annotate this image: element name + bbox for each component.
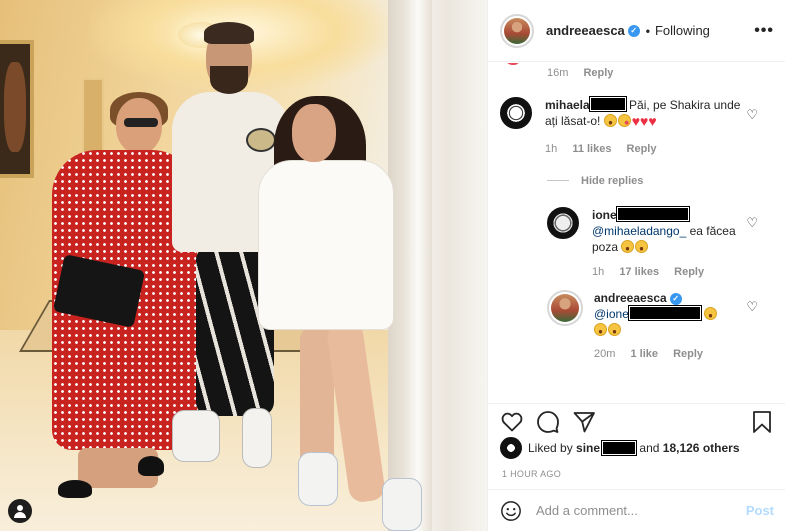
- person-3-sneaker: [298, 452, 338, 506]
- replier-username[interactable]: andreeaesca: [594, 291, 667, 305]
- redacted-username-bar: [615, 206, 690, 222]
- replier-avatar[interactable]: [547, 290, 583, 326]
- comments-list[interactable]: 16m Reply mihaela Păi, pe Shakira unde a…: [488, 63, 785, 403]
- redacted-username-bar: [588, 96, 627, 112]
- separator-dot: •: [645, 23, 650, 38]
- liked-by-prefix: Liked by: [528, 441, 573, 455]
- hide-replies-label: Hide replies: [581, 175, 644, 187]
- comment-time: 16m: [547, 67, 569, 79]
- redacted-username-bar: [601, 440, 638, 456]
- add-comment-input[interactable]: [536, 503, 736, 518]
- like-comment-heart-icon[interactable]: ♡: [746, 215, 758, 231]
- reply-meta: 1h 17 likes Reply: [592, 264, 757, 280]
- laughing-emoji-icon: [704, 307, 718, 320]
- person-2-sneaker: [242, 408, 272, 468]
- share-paper-plane-icon[interactable]: [572, 410, 596, 434]
- mention-link[interactable]: @mihaeladango_: [592, 224, 686, 238]
- comment-composer: Post: [488, 489, 785, 531]
- post-side-panel: andreeaesca ✓ • Following ••• 16m Reply …: [487, 0, 785, 531]
- commenter-avatar[interactable]: [500, 97, 532, 129]
- emoji-picker-icon[interactable]: [500, 500, 522, 522]
- like-heart-icon[interactable]: [500, 410, 524, 434]
- like-comment-heart-icon[interactable]: ♡: [746, 107, 758, 123]
- verified-badge-icon: ✓: [627, 24, 640, 37]
- hide-replies-toggle[interactable]: Hide replies: [547, 175, 655, 187]
- laughing-emoji-icon: [621, 240, 635, 253]
- red-heart-emoji-icon: ♥: [631, 113, 641, 129]
- previous-comment-meta: 16m Reply: [547, 67, 625, 79]
- comment-item: mihaela Păi, pe Shakira unde ați lăsat-o…: [500, 96, 762, 157]
- liked-by-username[interactable]: sine: [576, 441, 600, 455]
- reply-button[interactable]: Reply: [673, 348, 703, 360]
- winking-tongue-emoji-icon: [617, 114, 631, 127]
- laughing-emoji-icon: [594, 323, 607, 336]
- person-2-beard: [210, 66, 248, 94]
- person-3-sneaker: [382, 478, 422, 531]
- person-1-shoe: [138, 456, 164, 476]
- post-comment-button[interactable]: Post: [746, 503, 774, 518]
- reply-item: andreeaesca ✓ @ione 20m 1 like Reply: [547, 290, 762, 362]
- divider-line: [547, 180, 569, 181]
- post-photo[interactable]: [0, 0, 487, 531]
- post-actions: Liked by sine and 18,126 others 1 HOUR A…: [488, 403, 785, 485]
- person-2-sneaker: [172, 410, 220, 462]
- replier-avatar-image: [551, 294, 579, 322]
- comment-time: 20m: [594, 348, 616, 360]
- author-username[interactable]: andreeaesca: [546, 23, 625, 38]
- redacted-username-bar: [627, 305, 702, 321]
- reply-button[interactable]: Reply: [674, 266, 704, 278]
- laughing-emoji-icon: [608, 323, 621, 336]
- person-1-sunglasses: [124, 118, 158, 127]
- previous-comment-avatar: [506, 63, 520, 65]
- like-comment-heart-icon[interactable]: ♡: [746, 299, 758, 315]
- liked-by-and: and: [639, 441, 660, 455]
- person-1-shoe: [58, 480, 92, 498]
- liker-avatar[interactable]: [500, 437, 522, 459]
- likes-summary: Liked by sine and 18,126 others: [500, 437, 740, 459]
- reply-button[interactable]: Reply: [583, 67, 613, 79]
- person-3-head: [292, 104, 336, 162]
- right-wall: [388, 0, 487, 531]
- post-header: andreeaesca ✓ • Following •••: [488, 0, 785, 62]
- replier-username[interactable]: ione: [592, 208, 617, 222]
- replier-avatar[interactable]: [547, 207, 579, 239]
- white-pillar: [404, 0, 432, 531]
- reply-meta: 20m 1 like Reply: [594, 346, 759, 362]
- laughing-emoji-icon: [603, 114, 617, 127]
- comment-time: 1h: [545, 143, 558, 155]
- post-timestamp[interactable]: 1 HOUR AGO: [502, 469, 561, 479]
- laughing-emoji-icon: [635, 240, 649, 253]
- reply-item: ione @mihaeladango_ ea făcea poza 1h 17 …: [547, 206, 762, 280]
- comment-bubble-icon[interactable]: [536, 410, 560, 434]
- wall-painting: [0, 40, 34, 178]
- more-options-icon[interactable]: •••: [754, 22, 774, 40]
- person-2-hair: [204, 22, 254, 44]
- person-2-shirt-print: [246, 128, 276, 152]
- comment-time: 1h: [592, 266, 605, 278]
- comment-likes-count[interactable]: 11 likes: [572, 143, 611, 155]
- mention-link[interactable]: @ione: [594, 307, 629, 321]
- likes-count-others[interactable]: 18,126 others: [663, 441, 740, 455]
- save-bookmark-icon[interactable]: [751, 410, 773, 434]
- person-3-white-shirt: [258, 160, 394, 330]
- author-avatar[interactable]: [500, 13, 534, 48]
- comment-likes-count[interactable]: 17 likes: [619, 266, 659, 278]
- verified-badge-icon: ✓: [669, 293, 682, 305]
- commenter-username[interactable]: mihaela: [545, 98, 590, 112]
- author-avatar-image: [504, 17, 530, 44]
- comment-meta: 1h 11 likes Reply: [545, 141, 745, 157]
- comment-likes-count[interactable]: 1 like: [630, 348, 658, 360]
- reply-button[interactable]: Reply: [627, 143, 657, 155]
- tagged-users-icon[interactable]: [8, 499, 32, 523]
- following-button[interactable]: Following: [655, 23, 710, 38]
- red-heart-emoji-icon: ♥: [648, 113, 657, 129]
